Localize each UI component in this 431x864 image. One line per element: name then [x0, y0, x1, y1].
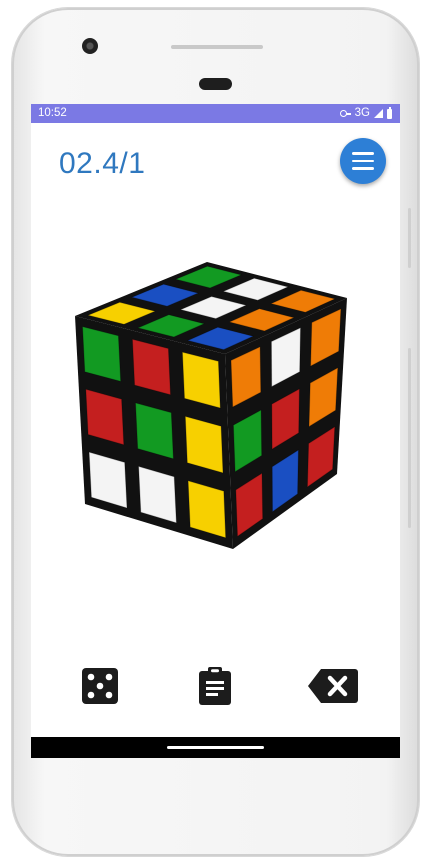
hamburger-menu-icon	[352, 152, 374, 155]
dice-icon[interactable]	[80, 666, 120, 706]
screen: 10:52 3G 02.4/1	[31, 104, 400, 758]
front-camera	[82, 38, 98, 54]
sticker-front-0-1	[131, 338, 171, 396]
power-button	[408, 348, 411, 528]
status-time: 10:52	[38, 107, 67, 119]
vpn-key-icon	[339, 110, 351, 117]
battery-icon	[387, 106, 392, 119]
earpiece	[199, 78, 232, 90]
network-type: 3G	[354, 107, 370, 119]
clipboard-icon[interactable]	[195, 666, 235, 706]
volume-button	[408, 208, 411, 268]
sticker-front-0-0	[82, 326, 122, 382]
rubiks-cube[interactable]	[75, 254, 355, 549]
status-icons: 3G	[339, 104, 392, 123]
speaker-grille	[171, 45, 263, 49]
signal-icon	[374, 109, 383, 118]
status-bar: 10:52 3G	[31, 104, 400, 123]
move-counter: 02.4/1	[59, 147, 146, 180]
navigation-bar	[31, 737, 400, 758]
home-pill[interactable]	[167, 746, 264, 749]
menu-button[interactable]	[340, 138, 386, 184]
backspace-icon[interactable]	[307, 666, 359, 706]
sticker-front-0-2	[181, 351, 221, 409]
